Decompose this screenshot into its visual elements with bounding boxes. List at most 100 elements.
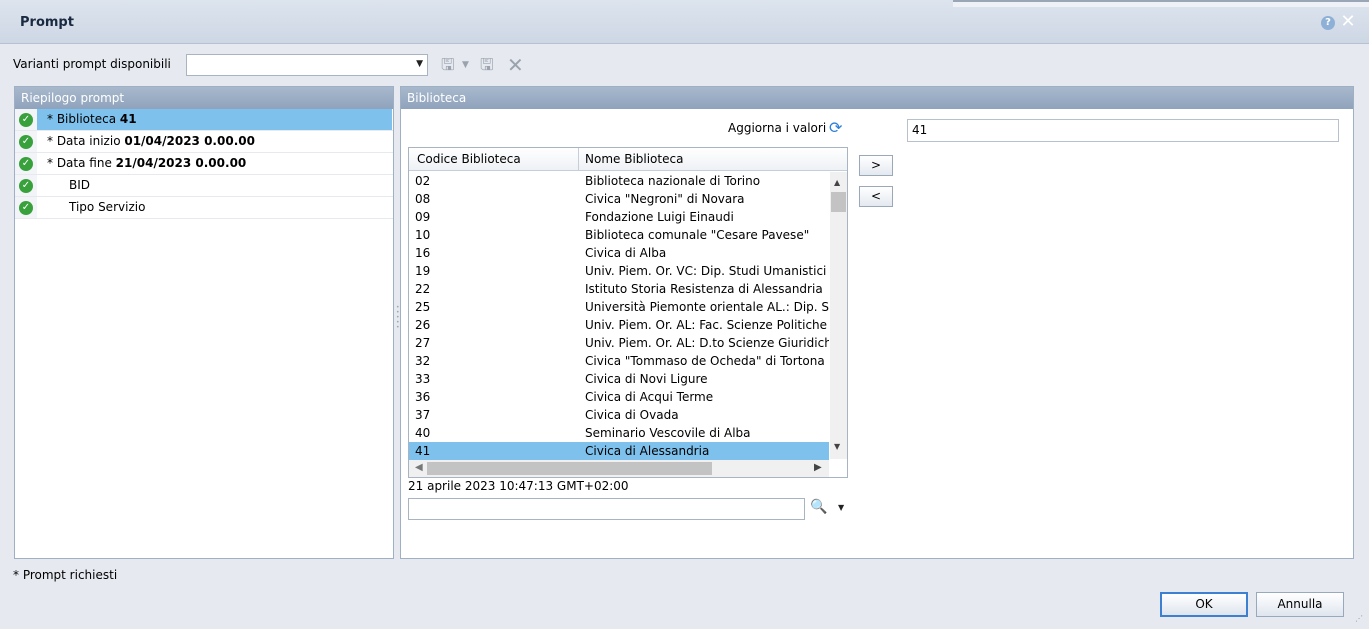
scroll-thumb[interactable] — [831, 192, 846, 212]
scroll-thumb[interactable] — [427, 462, 712, 475]
list-item-code: 26 — [415, 318, 431, 332]
summary-item-data-inizio[interactable]: ✓ * Data inizio 01/04/2023 0.00.00 — [15, 131, 393, 153]
list-item-code: 19 — [415, 264, 431, 278]
delete-icon[interactable]: ✕ — [507, 54, 525, 76]
list-item-code: 36 — [415, 390, 431, 404]
list-item-name: Civica "Tommaso de Ocheda" di Tortona — [585, 354, 825, 368]
list-item[interactable]: 33 Civica di Novi Ligure — [409, 370, 829, 388]
variants-dropdown[interactable]: ▼ — [186, 54, 428, 76]
window-edge — [953, 0, 1369, 7]
list-item-name: Istituto Storia Resistenza di Alessandri… — [585, 282, 823, 296]
refresh-icon[interactable]: ⟳ — [829, 118, 842, 137]
list-item-code: 41 — [415, 444, 431, 458]
summary-item-value: 41 — [119, 112, 137, 126]
summary-item-label: BID — [69, 178, 91, 192]
chevron-down-icon[interactable]: ▼ — [838, 503, 844, 512]
scroll-down-icon[interactable]: ▼ — [834, 442, 840, 451]
binoculars-icon[interactable]: 🔍 — [810, 499, 827, 515]
list-item-name: Civica di Alessandria — [585, 444, 710, 458]
list-item[interactable]: 36 Civica di Acqui Terme — [409, 388, 829, 406]
vertical-scrollbar[interactable]: ▲ ▼ — [830, 172, 847, 459]
summary-item-label: * Biblioteca — [47, 112, 120, 126]
cancel-button[interactable]: Annulla — [1256, 592, 1344, 617]
list-item[interactable]: 08 Civica "Negroni" di Novara — [409, 190, 829, 208]
close-icon[interactable]: ✕ — [1339, 12, 1357, 32]
biblioteca-list[interactable]: Codice Biblioteca Nome Biblioteca 02 Bibl… — [408, 147, 848, 478]
check-icon: ✓ — [19, 157, 33, 171]
list-item-name: Civica "Negroni" di Novara — [585, 192, 745, 206]
save-as-icon[interactable]: 🖫 — [480, 54, 500, 76]
row-status-cell: ✓ — [15, 153, 37, 174]
list-item[interactable]: 37 Civica di Ovada — [409, 406, 829, 424]
dialog-titlebar: Prompt ? ✕ — [0, 0, 1369, 44]
row-status-cell: ✓ — [15, 175, 37, 196]
check-icon: ✓ — [19, 179, 33, 193]
list-item-code: 08 — [415, 192, 431, 206]
add-value-button[interactable]: > — [859, 155, 893, 176]
horizontal-scrollbar[interactable]: ◀ ▶ — [409, 460, 829, 477]
panel-splitter[interactable]: • • • • • — [396, 305, 400, 335]
list-item-name: Biblioteca comunale "Cesare Pavese" — [585, 228, 810, 242]
selected-value-field[interactable]: 41 — [907, 119, 1339, 142]
list-item[interactable]: 09 Fondazione Luigi Einaudi — [409, 208, 829, 226]
check-icon: ✓ — [19, 113, 33, 127]
scroll-left-icon[interactable]: ◀ — [415, 462, 423, 473]
list-item-name: Univ. Piem. Or. AL: Fac. Scienze Politic… — [585, 318, 829, 332]
list-item-code: 25 — [415, 300, 431, 314]
list-item[interactable]: 41 Civica di Alessandria — [409, 442, 829, 460]
remove-value-button[interactable]: < — [859, 186, 893, 207]
list-item-code: 32 — [415, 354, 431, 368]
list-item-name: Univ. Piem. Or. AL: D.to Scienze Giuridi… — [585, 336, 829, 350]
list-item-code: 27 — [415, 336, 431, 350]
help-icon[interactable]: ? — [1321, 16, 1335, 30]
summary-item-biblioteca[interactable]: ✓ * Biblioteca 41 — [15, 109, 393, 131]
scroll-up-icon[interactable]: ▲ — [834, 178, 840, 187]
list-item[interactable]: 16 Civica di Alba — [409, 244, 829, 262]
list-item[interactable]: 40 Seminario Vescovile di Alba — [409, 424, 829, 442]
list-item-code: 22 — [415, 282, 431, 296]
list-item-code: 33 — [415, 372, 431, 386]
list-item-name: Biblioteca nazionale di Torino — [585, 174, 761, 188]
summary-item-value: 21/04/2023 0.00.00 — [115, 156, 247, 170]
last-refresh-timestamp: 21 aprile 2023 10:47:13 GMT+02:00 — [408, 479, 629, 493]
column-header-name[interactable]: Nome Biblioteca — [585, 152, 683, 166]
column-header-code[interactable]: Codice Biblioteca — [417, 152, 521, 166]
scroll-right-icon[interactable]: ▶ — [814, 462, 822, 473]
list-item[interactable]: 32 Civica "Tommaso de Ocheda" di Tortona — [409, 352, 829, 370]
list-item-code: 09 — [415, 210, 431, 224]
summary-item-text: * Data inizio 01/04/2023 0.00.00 — [47, 131, 255, 152]
save-dropdown-icon[interactable]: ▼ — [462, 54, 472, 76]
column-separator — [578, 148, 579, 171]
list-item[interactable]: 19 Univ. Piem. Or. VC: Dip. Studi Umanist… — [409, 262, 829, 280]
summary-item-data-fine[interactable]: ✓ * Data fine 21/04/2023 0.00.00 — [15, 153, 393, 175]
list-item[interactable]: 27 Univ. Piem. Or. AL: D.to Scienze Giuri… — [409, 334, 829, 352]
ok-button[interactable]: OK — [1160, 592, 1248, 617]
list-item-name: Univ. Piem. Or. VC: Dip. Studi Umanistic… — [585, 264, 827, 278]
list-item-name: Civica di Acqui Terme — [585, 390, 714, 404]
row-status-cell: ✓ — [15, 109, 37, 130]
list-header: Codice Biblioteca Nome Biblioteca — [409, 148, 847, 171]
check-icon: ✓ — [19, 135, 33, 149]
refresh-values-link[interactable]: Aggiorna i valori — [728, 121, 826, 135]
summary-header: Riepilogo prompt — [15, 87, 393, 109]
resize-grip-icon[interactable]: ⋰ — [1355, 614, 1363, 623]
summary-item-tipo-servizio[interactable]: ✓ Tipo Servizio — [15, 197, 393, 219]
list-item-code: 02 — [415, 174, 431, 188]
summary-item-label: * Data inizio — [47, 134, 125, 148]
list-item[interactable]: 10 Biblioteca comunale "Cesare Pavese" — [409, 226, 829, 244]
search-input[interactable] — [408, 498, 805, 520]
list-item[interactable]: 26 Univ. Piem. Or. AL: Fac. Scienze Polit… — [409, 316, 829, 334]
required-prompts-note: * Prompt richiesti — [13, 568, 118, 582]
list-item-name: Fondazione Luigi Einaudi — [585, 210, 734, 224]
summary-item-bid[interactable]: ✓ BID — [15, 175, 393, 197]
chevron-down-icon: ▼ — [416, 59, 423, 69]
list-item-code: 16 — [415, 246, 431, 260]
list-item[interactable]: 22 Istituto Storia Resistenza di Alessand… — [409, 280, 829, 298]
list-item-name: Civica di Alba — [585, 246, 667, 260]
row-status-cell: ✓ — [15, 197, 37, 218]
row-status-cell: ✓ — [15, 131, 37, 152]
list-item[interactable]: 02 Biblioteca nazionale di Torino — [409, 172, 829, 190]
biblioteca-header: Biblioteca — [401, 87, 1353, 109]
save-icon[interactable]: 🖫 — [441, 54, 459, 76]
list-item[interactable]: 25 Università Piemonte orientale AL.: Dip… — [409, 298, 829, 316]
